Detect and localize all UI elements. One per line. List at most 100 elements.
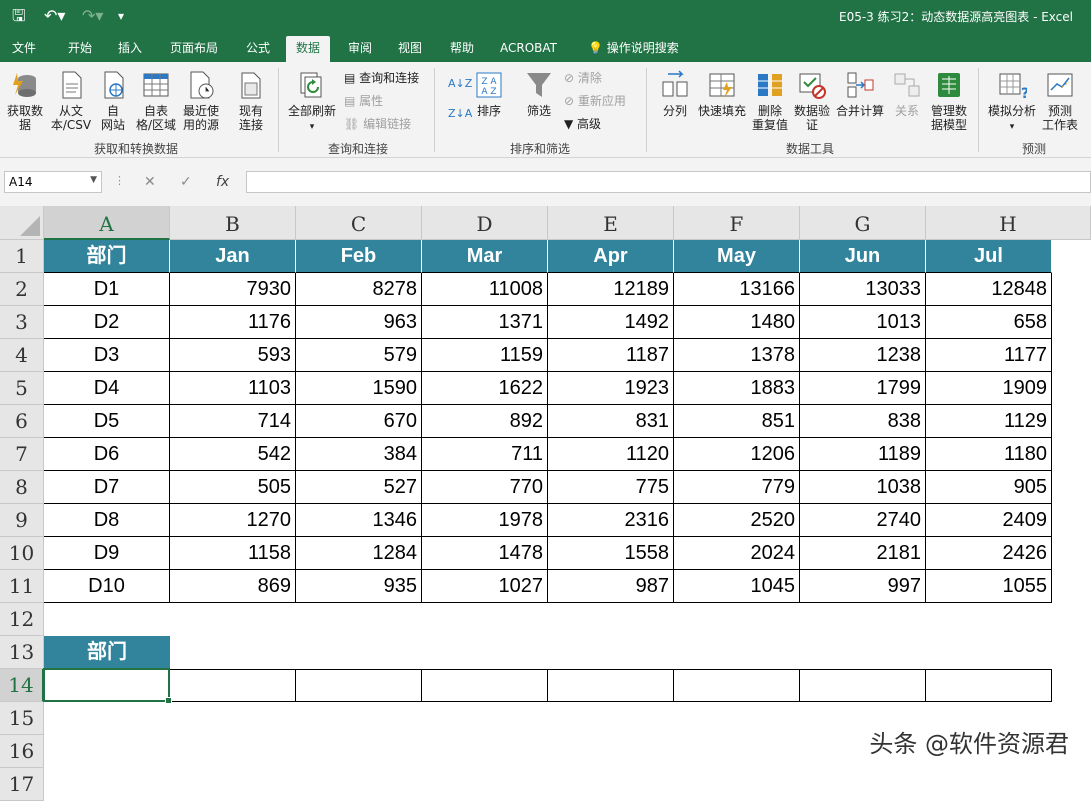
worksheet-grid[interactable]: ABCDEFGH 1 2 3 4 5 6 7 8 9 10 11 12 13 14 15 16 17 部门 Jan…	[0, 206, 1091, 801]
value-cell[interactable]: 1189	[800, 438, 926, 471]
column-header-a[interactable]: A	[44, 206, 170, 240]
value-cell[interactable]: 987	[548, 570, 674, 603]
value-cell[interactable]: 1027	[422, 570, 548, 603]
tab-home[interactable]: 开始	[58, 36, 102, 62]
consolidate-button[interactable]: 合并计算	[834, 70, 886, 118]
value-cell[interactable]: 1478	[422, 537, 548, 570]
value-cell[interactable]: 2520	[674, 504, 800, 537]
column-header-e[interactable]: E	[548, 206, 674, 240]
value-cell[interactable]: 851	[674, 405, 800, 438]
redo-icon[interactable]: ↷▾	[82, 6, 103, 26]
value-cell[interactable]: 1558	[548, 537, 674, 570]
department-cell[interactable]: D3	[44, 339, 170, 372]
value-cell[interactable]: 1480	[674, 306, 800, 339]
value-cell[interactable]: 1346	[296, 504, 422, 537]
value-cell[interactable]: 2181	[800, 537, 926, 570]
row-header-10[interactable]: 10	[0, 537, 44, 570]
save-icon[interactable]: 🖫	[12, 6, 26, 26]
tab-insert[interactable]: 插入	[108, 36, 152, 62]
value-cell[interactable]: 1622	[422, 372, 548, 405]
empty-cell[interactable]	[170, 669, 296, 702]
value-cell[interactable]: 714	[170, 405, 296, 438]
value-cell[interactable]: 2316	[548, 504, 674, 537]
row-header-3[interactable]: 3	[0, 306, 44, 339]
filter-button[interactable]: 筛选	[522, 70, 556, 118]
row-header-14[interactable]: 14	[0, 669, 44, 702]
value-cell[interactable]: 1909	[926, 372, 1052, 405]
sort-ascending-button[interactable]: A↓Z	[448, 76, 472, 92]
value-cell[interactable]: 2426	[926, 537, 1052, 570]
reapply-button[interactable]: ⊘ 重新应用	[564, 93, 626, 109]
value-cell[interactable]: 542	[170, 438, 296, 471]
column-header-d[interactable]: D	[422, 206, 548, 240]
value-cell[interactable]: 2024	[674, 537, 800, 570]
empty-cell[interactable]	[926, 669, 1052, 702]
tab-formulas[interactable]: 公式	[236, 36, 280, 62]
department-cell[interactable]: D7	[44, 471, 170, 504]
header-cell[interactable]: 部门	[44, 240, 170, 273]
from-text-csv-button[interactable]: 从文 本/CSV	[50, 70, 92, 132]
department-cell[interactable]: D4	[44, 372, 170, 405]
row-header-15[interactable]: 15	[0, 702, 44, 735]
value-cell[interactable]: 670	[296, 405, 422, 438]
tab-help[interactable]: 帮助	[440, 36, 484, 62]
value-cell[interactable]: 935	[296, 570, 422, 603]
header-cell[interactable]: Apr	[548, 240, 674, 273]
header-cell[interactable]: Jun	[800, 240, 926, 273]
header-cell[interactable]: Mar	[422, 240, 548, 273]
name-box-dropdown-icon[interactable]: ▼	[90, 175, 97, 185]
value-cell[interactable]: 2740	[800, 504, 926, 537]
empty-cell[interactable]	[674, 669, 800, 702]
row-header-5[interactable]: 5	[0, 372, 44, 405]
value-cell[interactable]: 1923	[548, 372, 674, 405]
value-cell[interactable]: 1187	[548, 339, 674, 372]
what-if-analysis-button[interactable]: ? 模拟分析 ▾	[986, 70, 1038, 134]
cancel-icon[interactable]: ✕	[144, 174, 156, 190]
row-header-1[interactable]: 1	[0, 240, 44, 273]
refresh-all-button[interactable]: 全部刷新 ▾	[286, 70, 338, 134]
value-cell[interactable]: 892	[422, 405, 548, 438]
select-all-corner[interactable]	[0, 206, 44, 240]
department-cell[interactable]: D8	[44, 504, 170, 537]
queries-connections-button[interactable]: ▤ 查询和连接	[344, 70, 419, 86]
value-cell[interactable]: 1978	[422, 504, 548, 537]
value-cell[interactable]: 779	[674, 471, 800, 504]
tab-page-layout[interactable]: 页面布局	[160, 36, 228, 62]
manage-data-model-button[interactable]: 管理数 据模型	[928, 70, 970, 132]
empty-cell[interactable]	[44, 669, 170, 702]
value-cell[interactable]: 1371	[422, 306, 548, 339]
empty-cell[interactable]	[422, 669, 548, 702]
data-validation-button[interactable]: 数据验 证	[792, 70, 832, 132]
value-cell[interactable]: 1129	[926, 405, 1052, 438]
formula-input[interactable]	[246, 171, 1091, 193]
flash-fill-button[interactable]: 快速填充	[696, 70, 748, 118]
value-cell[interactable]: 905	[926, 471, 1052, 504]
value-cell[interactable]: 1045	[674, 570, 800, 603]
row-header-16[interactable]: 16	[0, 735, 44, 768]
empty-cell[interactable]	[800, 669, 926, 702]
value-cell[interactable]: 12189	[548, 273, 674, 306]
column-header-c[interactable]: C	[296, 206, 422, 240]
row-header-12[interactable]: 12	[0, 603, 44, 636]
value-cell[interactable]: 1038	[800, 471, 926, 504]
value-cell[interactable]: 1159	[422, 339, 548, 372]
row-header-7[interactable]: 7	[0, 438, 44, 471]
tab-data[interactable]: 数据	[286, 36, 331, 62]
value-cell[interactable]: 997	[800, 570, 926, 603]
value-cell[interactable]: 1206	[674, 438, 800, 471]
value-cell[interactable]: 527	[296, 471, 422, 504]
value-cell[interactable]: 1378	[674, 339, 800, 372]
row-header-13[interactable]: 13	[0, 636, 44, 669]
value-cell[interactable]: 1284	[296, 537, 422, 570]
tab-review[interactable]: 审阅	[338, 36, 382, 62]
existing-connections-button[interactable]: 现有 连接	[232, 70, 270, 132]
edit-links-button[interactable]: ⛓ 编辑链接	[344, 116, 411, 132]
department-cell[interactable]: D1	[44, 273, 170, 306]
department-cell[interactable]: D10	[44, 570, 170, 603]
value-cell[interactable]: 593	[170, 339, 296, 372]
value-cell[interactable]: 1883	[674, 372, 800, 405]
value-cell[interactable]: 1055	[926, 570, 1052, 603]
value-cell[interactable]: 1180	[926, 438, 1052, 471]
empty-cell[interactable]	[548, 669, 674, 702]
value-cell[interactable]: 1492	[548, 306, 674, 339]
